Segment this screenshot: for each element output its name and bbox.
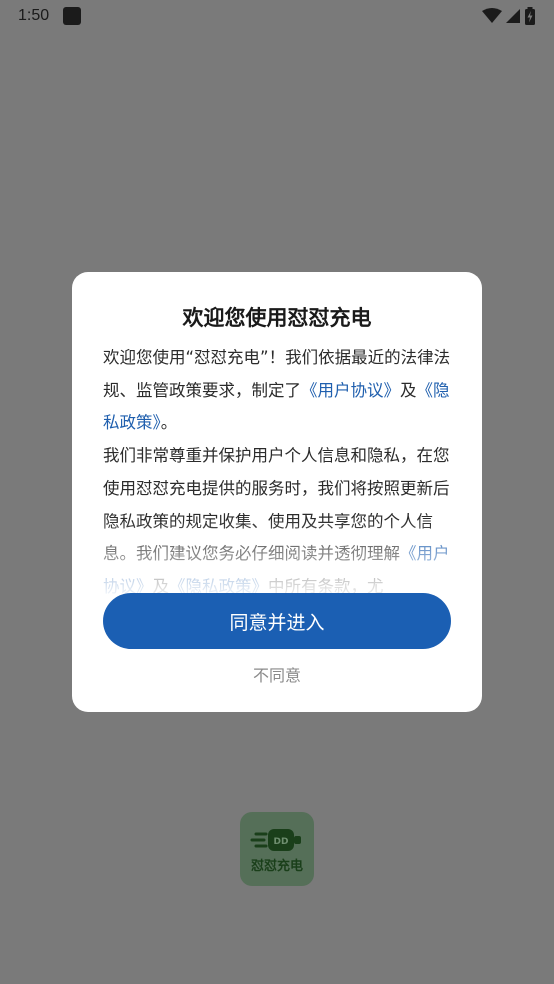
charging-plug-icon: DD <box>250 828 301 851</box>
and-text-2: 及 <box>152 576 170 594</box>
signal-icon <box>506 9 520 23</box>
wifi-icon <box>482 8 502 23</box>
app-logo: DD 怼怼充电 <box>240 812 314 886</box>
battery-icon <box>525 7 535 25</box>
logo-text: 怼怼充电 <box>250 858 303 874</box>
detail-tail-text: 中所有条款，尤 <box>268 576 384 594</box>
logo-badge: DD <box>274 837 289 847</box>
user-agreement-link[interactable]: 《用户协议》 <box>301 381 400 400</box>
notification-icon <box>63 7 82 25</box>
period-text: 。 <box>160 413 178 433</box>
agree-button[interactable]: 同意并进入 <box>103 593 451 649</box>
privacy-policy-link-2[interactable]: 《隐私政策》 <box>169 577 268 594</box>
disagree-button[interactable]: 不同意 <box>72 662 482 686</box>
dialog-body[interactable]: 欢迎您使用“怼怼充电”！我们依据最近的法律法规、监管政策要求，制定了《用户协议》… <box>103 342 453 594</box>
paragraph-detail: 我们非常尊重并保护用户个人信息和隐私，在您使用怼怼充电提供的服务时，我们将按照更… <box>103 440 453 594</box>
status-bar: 1:50 <box>0 0 554 32</box>
paragraph-intro: 欢迎您使用“怼怼充电”！我们依据最近的法律法规、监管政策要求，制定了《用户协议》… <box>103 342 453 440</box>
privacy-dialog: 欢迎您使用怼怼充电 欢迎您使用“怼怼充电”！我们依据最近的法律法规、监管政策要求… <box>72 272 482 712</box>
status-time: 1:50 <box>18 7 50 24</box>
and-text: 及 <box>400 380 417 400</box>
status-icons <box>482 7 536 25</box>
detail-text: 我们非常尊重并保护用户个人信息和隐私，在您使用怼怼充电提供的服务时，我们将按照更… <box>103 446 450 564</box>
dialog-title: 欢迎您使用怼怼充电 <box>182 306 372 330</box>
